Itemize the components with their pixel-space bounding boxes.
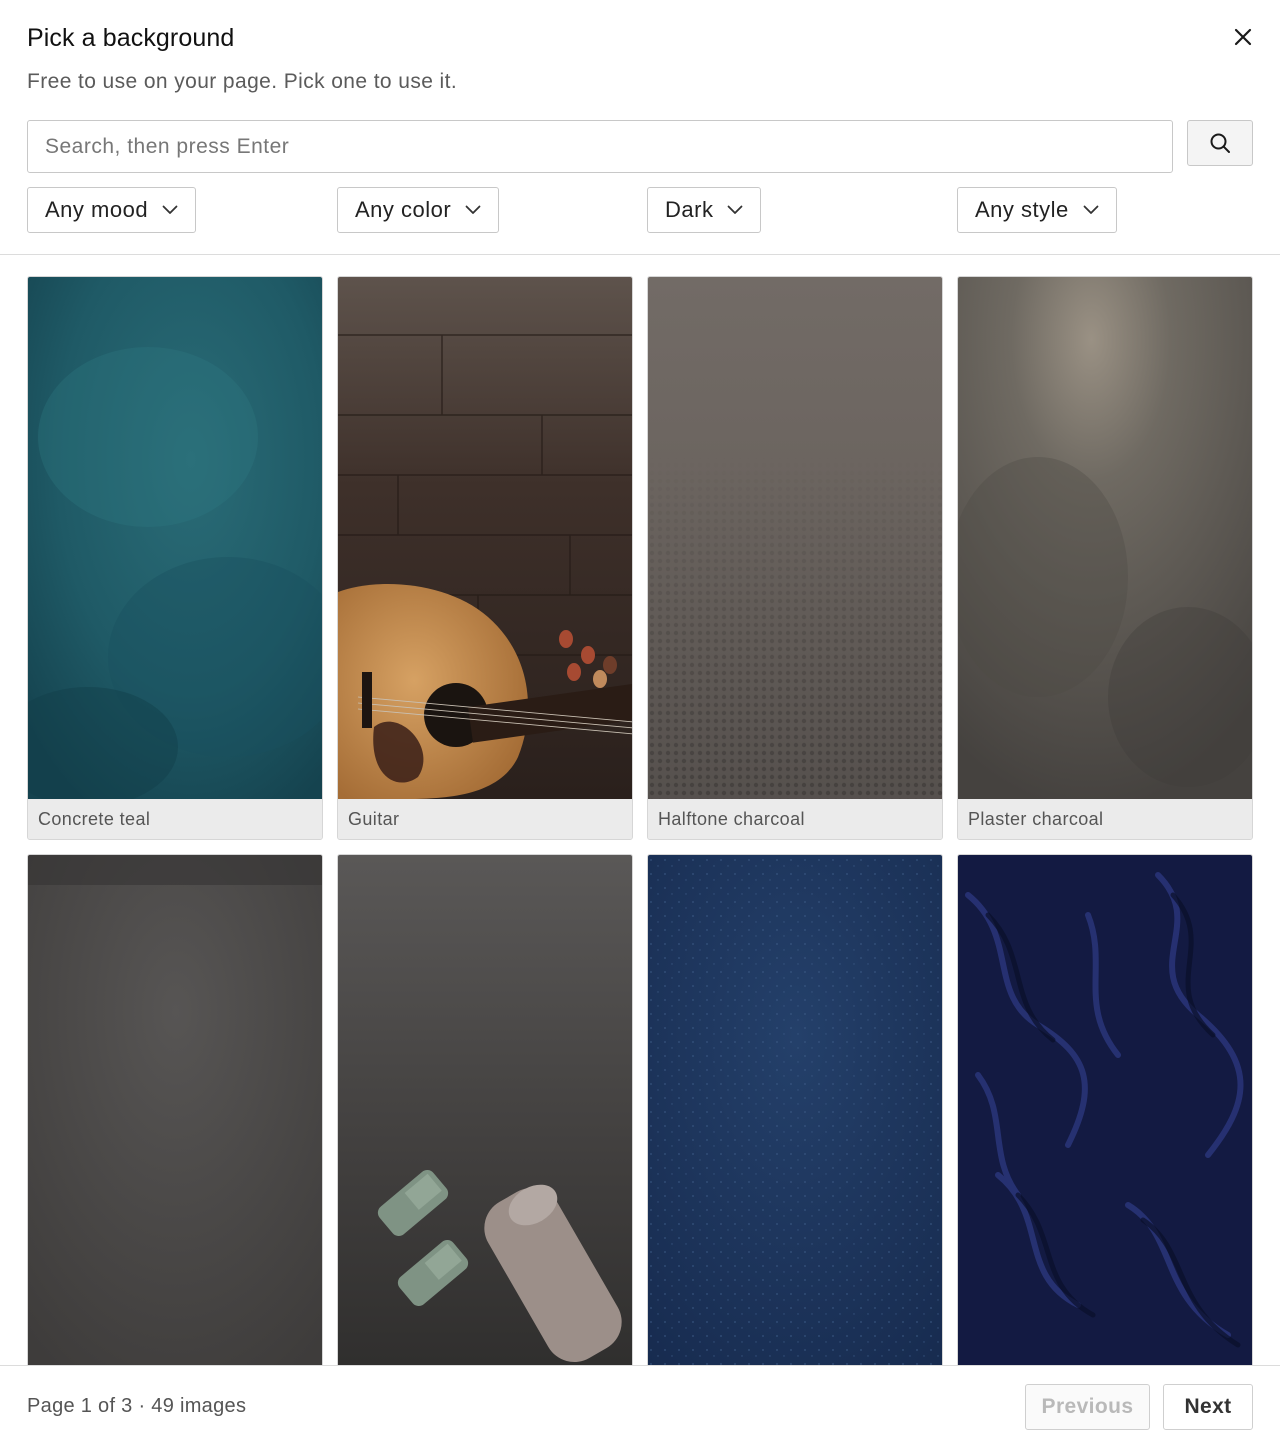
chevron-down-icon <box>162 205 178 215</box>
search-button[interactable] <box>1187 120 1253 166</box>
dialog-title: Pick a background <box>27 24 235 52</box>
filter-mood-dropdown[interactable]: Any mood <box>27 187 197 233</box>
image-caption: Plaster charcoal <box>958 799 1252 839</box>
background-picker-dialog: Pick a background Free to use on your pa… <box>0 0 1280 1447</box>
chevron-down-icon <box>1083 205 1099 215</box>
dialog-subtitle: Free to use on your page. Pick one to us… <box>27 70 458 93</box>
footer-divider <box>0 1365 1280 1366</box>
image-card[interactable] <box>647 854 943 1365</box>
image-thumbnail <box>338 855 632 1365</box>
image-grid: Concrete teal Guitar Halftone charcoal P… <box>0 255 1280 1365</box>
image-thumbnail <box>648 277 942 807</box>
image-card[interactable]: Plaster charcoal <box>957 276 1253 840</box>
chevron-down-icon <box>727 205 743 215</box>
image-card[interactable] <box>27 854 323 1365</box>
image-card[interactable] <box>957 854 1253 1365</box>
image-thumbnail <box>28 277 322 807</box>
filter-mood-label: Any mood <box>45 197 149 222</box>
search-icon <box>1210 133 1230 153</box>
pagination-info: Page 1 of 3 · 49 images <box>27 1395 247 1417</box>
image-card[interactable]: Halftone charcoal <box>647 276 943 840</box>
search-input[interactable] <box>27 120 1173 173</box>
close-icon <box>1234 28 1252 46</box>
image-thumbnail <box>28 855 322 1365</box>
image-card[interactable] <box>337 854 633 1365</box>
image-thumbnail <box>338 277 632 799</box>
chevron-down-icon <box>465 205 481 215</box>
previous-button[interactable]: Previous <box>1025 1384 1150 1430</box>
next-button[interactable]: Next <box>1163 1384 1253 1430</box>
filter-color-dropdown[interactable]: Any color <box>337 187 500 233</box>
image-thumbnail <box>958 277 1252 799</box>
image-caption: Concrete teal <box>28 799 322 839</box>
filter-color-label: Any color <box>355 197 452 222</box>
image-caption: Halftone charcoal <box>648 799 942 839</box>
close-button[interactable] <box>1226 20 1260 54</box>
filter-tone-label: Dark <box>665 197 714 222</box>
filter-style-dropdown[interactable]: Any style <box>957 187 1117 233</box>
image-caption: Guitar <box>338 799 632 839</box>
filter-style-label: Any style <box>975 197 1069 222</box>
image-thumbnail <box>958 855 1252 1365</box>
image-thumbnail <box>648 855 942 1365</box>
filter-tone-dropdown[interactable]: Dark <box>647 187 762 233</box>
image-card[interactable]: Concrete teal <box>27 276 323 840</box>
image-card[interactable]: Guitar <box>337 276 633 840</box>
